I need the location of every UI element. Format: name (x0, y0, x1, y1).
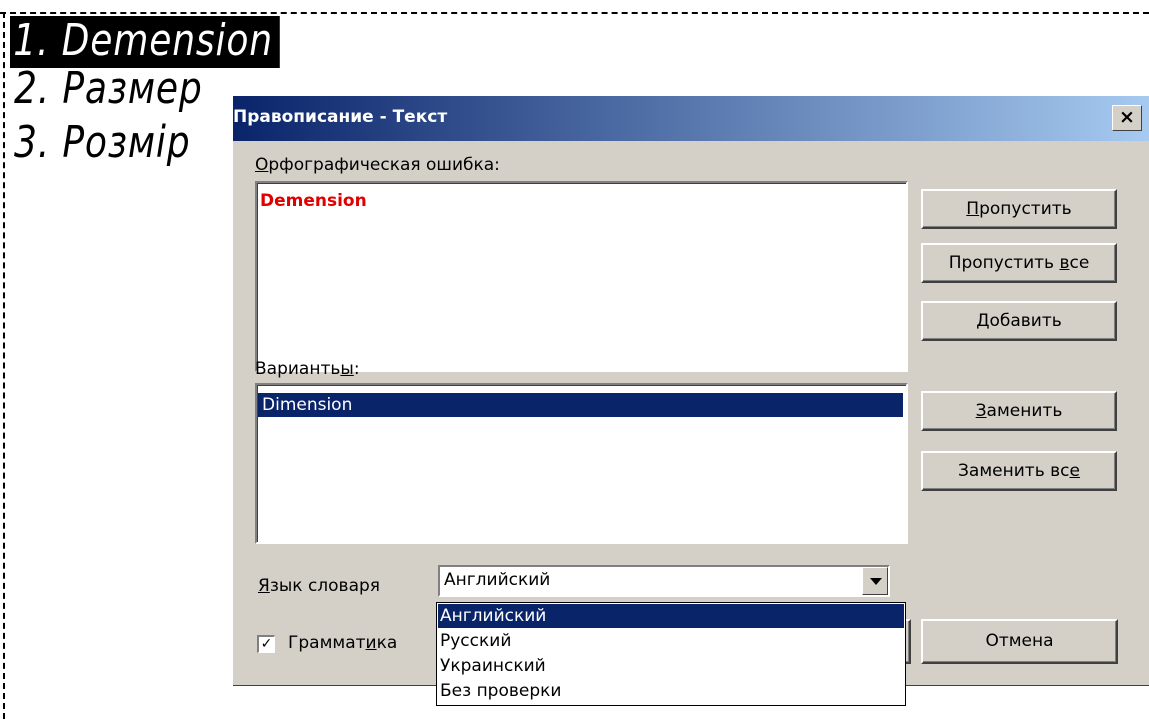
suggestions-label-colon: : (353, 359, 360, 379)
language-select[interactable]: Английский (438, 565, 890, 597)
drawing-text-line-1[interactable]: 1. Demension (10, 16, 280, 68)
ignore-accel: П (966, 199, 980, 219)
grammar-label[interactable]: Грамматика (288, 633, 397, 653)
ignore-all-label-end: се (1069, 253, 1090, 273)
spelling-dialog: Правописание - Текст × Орфографическая о… (232, 95, 1149, 686)
add-label: обавить (989, 311, 1062, 331)
language-label-accel: Я (258, 576, 270, 596)
language-option[interactable]: Без проверки (438, 679, 904, 703)
ignore-all-label: Пропустить (948, 253, 1060, 273)
suggestions-label-text: Варианть (255, 359, 341, 379)
drawing-frame-top (0, 12, 1149, 14)
drawing-frame-left (3, 12, 5, 719)
suggestions-list[interactable]: Dimension (255, 383, 908, 544)
close-icon: × (1119, 106, 1135, 128)
error-label-text: рфографическая ошибка: (268, 155, 500, 175)
error-word: Demension (260, 191, 367, 211)
suggestions-label-accel: ы (340, 359, 354, 379)
replace-label: аменить (986, 401, 1063, 421)
add-accel: Д (976, 311, 990, 331)
ignore-all-accel: в (1059, 253, 1070, 273)
grammar-label-accel: и (365, 633, 377, 653)
error-label-accel: О (255, 155, 269, 175)
drawing-text-line-2[interactable]: 2. Размер (14, 64, 203, 116)
ignore-button[interactable]: Пропустить (921, 189, 1117, 229)
language-select-value: Английский (444, 570, 551, 590)
cancel-button[interactable]: Отмена (921, 619, 1118, 664)
checkmark-icon: ✓ (260, 636, 273, 652)
replace-button[interactable]: Заменить (921, 391, 1117, 431)
drawing-text-line-3[interactable]: 3. Розмір (14, 118, 190, 170)
language-option[interactable]: Украинский (438, 654, 904, 678)
suggestions-label: Вариантьы: (255, 359, 360, 379)
error-label: Орфографическая ошибка: (255, 155, 500, 175)
chevron-down-icon[interactable] (862, 567, 888, 595)
grammar-checkbox[interactable]: ✓ (257, 635, 275, 653)
language-dropdown-list[interactable]: Английский Русский Украинский Без провер… (436, 602, 906, 706)
replace-all-accel: е (1069, 461, 1080, 481)
language-label: Язык словаря (258, 576, 380, 596)
replace-accel: З (975, 401, 987, 421)
error-text-box[interactable]: Demension (255, 181, 908, 372)
dialog-title: Правописание - Текст (233, 107, 448, 127)
replace-all-label: Заменить вс (958, 461, 1070, 481)
language-label-text: зык словаря (269, 576, 381, 596)
suggestion-item[interactable]: Dimension (258, 393, 903, 417)
replace-all-button[interactable]: Заменить все (921, 451, 1117, 491)
grammar-label-end: ка (376, 633, 398, 653)
ignore-label: ропустить (979, 199, 1072, 219)
add-button[interactable]: Добавить (921, 301, 1117, 341)
grammar-label-text: Граммат (288, 633, 366, 653)
language-option[interactable]: Русский (438, 629, 904, 653)
dialog-titlebar[interactable]: Правописание - Текст × (233, 96, 1149, 141)
language-option[interactable]: Английский (438, 604, 904, 628)
ignore-all-button[interactable]: Пропустить все (921, 243, 1117, 283)
close-button[interactable]: × (1112, 105, 1142, 131)
